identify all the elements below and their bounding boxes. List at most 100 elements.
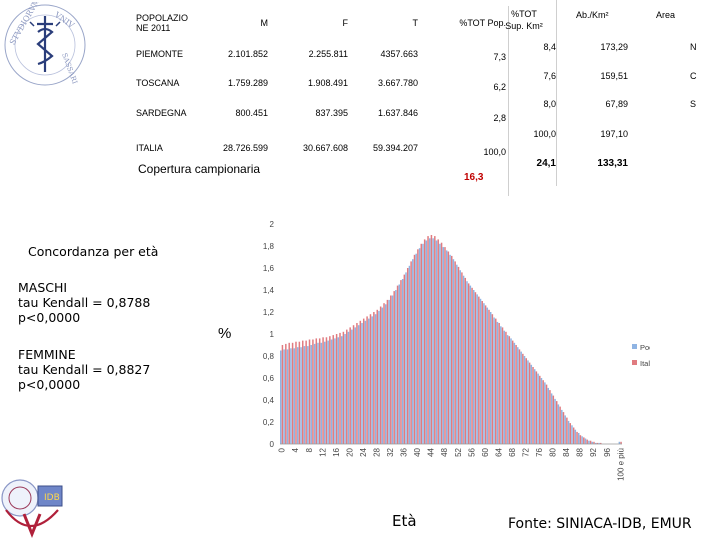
bar-pool: [337, 337, 340, 444]
bar-italia: [420, 243, 423, 444]
bar-italia: [434, 236, 436, 444]
bar-pool: [334, 338, 336, 444]
femmine-label: FEMMINE: [18, 347, 76, 362]
row-sup: 100,0: [533, 129, 556, 139]
panel-divider: [556, 0, 557, 186]
bar-italia: [440, 242, 443, 444]
table-row: SARDEGNA 800.451 837.395 1.637.846 2,8: [134, 98, 509, 128]
row-density: 197,10: [600, 129, 628, 139]
bar-italia: [339, 332, 341, 444]
bar-italia: [535, 371, 538, 444]
svg-text:IDB: IDB: [44, 493, 60, 503]
bar-italia: [552, 395, 555, 444]
bar-pool: [445, 250, 448, 444]
bar-pool: [588, 440, 590, 444]
bar-italia: [528, 362, 531, 444]
bar-pool: [493, 317, 495, 444]
bar-italia: [539, 375, 541, 444]
bar-italia: [410, 261, 412, 444]
row-pct: 2,8: [420, 98, 509, 128]
age-distribution-chart: 00,20,40,60,811,21,41,61,82 0 4 8 12 16 20 24 2…: [263, 220, 650, 481]
x-tick-label: 96: [603, 447, 612, 456]
x-tick-label: 24: [359, 447, 368, 456]
row-sup: 7,6: [543, 71, 556, 81]
x-tick-label: 64: [494, 447, 503, 456]
bar-italia: [302, 340, 304, 444]
bar-italia: [569, 423, 571, 444]
bar-pool: [520, 351, 522, 444]
bar-italia: [474, 292, 477, 444]
bar-pool: [425, 240, 428, 444]
y-tick-label: 2: [270, 220, 275, 229]
x-tick-label: 32: [386, 447, 395, 456]
bar-italia: [295, 341, 297, 444]
bar-pool: [483, 303, 485, 444]
header-area: Area: [656, 10, 676, 20]
bar-italia: [484, 305, 487, 444]
y-tick-label: 1,8: [263, 242, 275, 251]
bar-italia: [352, 325, 355, 444]
bar-italia: [457, 266, 460, 444]
y-axis-ticks: 0 0,2 0,4 0,6 0,8 1 1,2 1,4 1,6 1,8 2: [263, 220, 275, 449]
bar-pool: [473, 290, 475, 444]
bar-pool: [286, 349, 289, 444]
bar-pool: [533, 369, 536, 444]
bar-italia: [522, 353, 524, 444]
bar-pool: [371, 316, 373, 444]
bar-italia: [501, 327, 504, 444]
row-density: 133,31: [597, 158, 628, 169]
maschi-label: MASCHI: [18, 280, 68, 295]
bar-italia: [379, 306, 382, 444]
bar-pool: [357, 325, 360, 444]
bar-italia: [383, 303, 385, 444]
row-f: 1.908.491: [307, 78, 348, 88]
x-tick-label: 68: [508, 447, 517, 456]
institution-emblem-logo: IDB: [1, 479, 63, 539]
x-tick-label: 100 e più: [616, 448, 625, 481]
bar-italia: [549, 390, 551, 444]
bar-italia: [285, 343, 287, 444]
bar-pool: [577, 433, 580, 444]
bar-pool: [462, 275, 465, 444]
bar-pool: [405, 272, 407, 444]
bar-pool: [283, 349, 285, 444]
maschi-stats: MASCHI tau Kendall = 0,8788 p<0,0000: [18, 280, 150, 325]
bar-pool: [530, 364, 533, 444]
bar-pool: [517, 347, 519, 444]
bar-pool: [412, 259, 414, 444]
coverage-label: Copertura campionaria: [138, 162, 261, 176]
header-popolazione-2: NE 2011: [136, 23, 171, 33]
maschi-tau: tau Kendall = 0,8788: [18, 295, 151, 310]
bar-italia: [315, 338, 318, 444]
x-tick-label: 0: [278, 447, 287, 452]
bar-pool: [401, 279, 404, 444]
bar-italia: [281, 345, 284, 444]
bar-italia: [498, 323, 500, 444]
bar-italia: [305, 340, 307, 444]
bar-italia: [447, 251, 450, 444]
bar-italia: [488, 309, 490, 444]
bar-pool: [330, 339, 333, 444]
row-t: 59.394.207: [372, 143, 418, 153]
bar-pool: [418, 248, 421, 444]
bar-pool: [428, 238, 431, 444]
bar-italia: [356, 323, 358, 444]
bar-italia: [461, 272, 463, 444]
bar-pool: [354, 327, 356, 444]
bar-pool: [452, 259, 455, 444]
bar-pool: [500, 326, 502, 444]
bar-italia: [589, 440, 592, 444]
bar-italia: [508, 336, 511, 444]
x-tick-label: 84: [562, 447, 571, 456]
bar-italia: [430, 235, 433, 444]
x-tick-label: 52: [454, 447, 463, 456]
bar-italia: [562, 412, 565, 444]
row-f: 2.255.811: [308, 49, 348, 59]
bar-pool: [395, 290, 397, 444]
x-axis-title: Età: [392, 512, 417, 530]
bar-pool: [317, 342, 319, 444]
header-f: F: [342, 18, 349, 28]
svg-text:STVDIORVM: STVDIORVM: [8, 2, 42, 46]
row-pct: 6,2: [420, 68, 509, 98]
femmine-tau: tau Kendall = 0,8827: [18, 362, 151, 377]
